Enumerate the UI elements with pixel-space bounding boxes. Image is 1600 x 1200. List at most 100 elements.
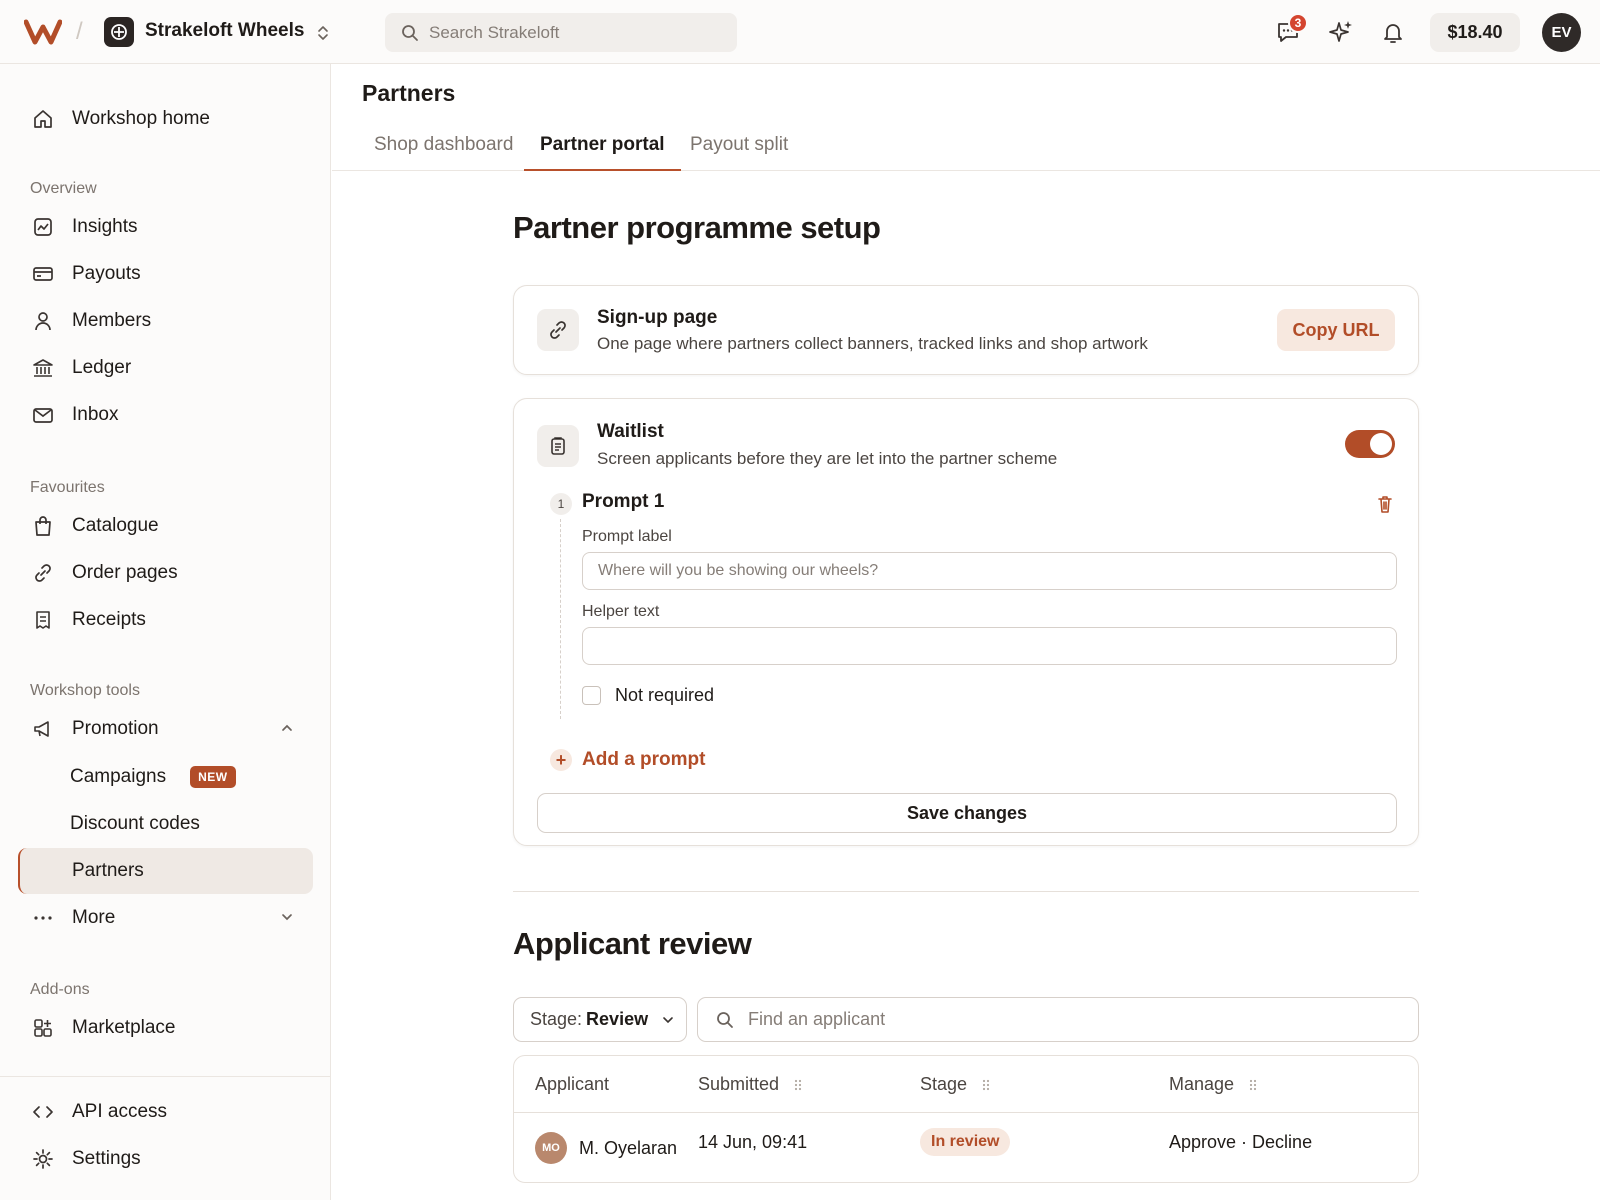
prompt-label-input[interactable]: [582, 552, 1397, 590]
applicant-name: M. Oyelaran: [579, 1137, 678, 1158]
drag-handle-icon[interactable]: [793, 1078, 803, 1092]
new-badge: NEW: [190, 766, 236, 788]
column-header-label: Stage: [920, 1074, 968, 1094]
sidebar-item-workshop-home[interactable]: Workshop home: [18, 96, 313, 142]
sidebar-item-catalogue[interactable]: Catalogue: [18, 503, 313, 549]
section-label-overview: Overview: [30, 180, 97, 197]
approve-link[interactable]: Approve: [1169, 1132, 1236, 1153]
column-header-manage[interactable]: Manage: [1169, 1074, 1258, 1095]
clipboard-icon: [537, 425, 579, 467]
column-header-submitted[interactable]: Submitted: [698, 1074, 803, 1095]
section-label-workshop-tools: Workshop tools: [30, 682, 140, 699]
avatar: MO: [535, 1132, 567, 1164]
waitlist-toggle[interactable]: [1345, 430, 1395, 458]
tab-bar: Shop dashboard Partner portal Payout spl…: [332, 130, 1600, 171]
credit-balance[interactable]: $18.40: [1430, 13, 1520, 52]
sidebar-item-payouts[interactable]: Payouts: [18, 251, 313, 297]
sidebar-item-ledger[interactable]: Ledger: [18, 345, 313, 391]
global-search-input[interactable]: [429, 22, 729, 43]
page-title: Partners: [362, 80, 456, 106]
link-icon: [537, 309, 579, 351]
shopping-bag-icon: [32, 515, 54, 537]
step-connector: [560, 519, 561, 719]
sidebar-item-inbox[interactable]: Inbox: [18, 392, 313, 438]
waitlist-card: Waitlist Screen applicants before they a…: [513, 398, 1419, 846]
workspace-switcher-icon[interactable]: [312, 22, 334, 44]
stage-filter-dropdown[interactable]: Stage: Review: [513, 997, 687, 1042]
more-dots-icon: [32, 907, 54, 929]
user-icon: [32, 310, 54, 332]
home-icon: [32, 108, 54, 130]
sidebar-item-insights[interactable]: Insights: [18, 204, 313, 250]
add-prompt-button[interactable]: + Add a prompt: [550, 749, 706, 771]
column-header-label: Manage: [1169, 1074, 1235, 1094]
sidebar: Workshop home Overview Insights Payouts …: [0, 64, 331, 1200]
column-header-applicant[interactable]: Applicant: [535, 1074, 609, 1095]
brand-logo-icon[interactable]: [24, 18, 62, 46]
table-row-applicant[interactable]: MO M. Oyelaran: [535, 1132, 677, 1164]
drag-handle-icon[interactable]: [1248, 1078, 1258, 1092]
status-badge: In review: [920, 1128, 1011, 1156]
sparkle-icon[interactable]: [1327, 18, 1355, 46]
helper-text-input[interactable]: [582, 627, 1397, 665]
section-divider: [513, 891, 1419, 892]
sidebar-item-label: Workshop home: [72, 108, 210, 129]
stage-filter-value: Review: [586, 1009, 649, 1029]
not-required-checkbox[interactable]: [582, 686, 601, 705]
column-header-stage[interactable]: Stage: [920, 1074, 991, 1095]
chevron-down-icon[interactable]: [277, 907, 297, 927]
stage-filter-key: Stage:: [530, 1009, 583, 1029]
not-required-label[interactable]: Not required: [615, 685, 714, 706]
helper-text-label: Helper text: [582, 603, 660, 620]
step-number: 1: [550, 493, 572, 515]
chevron-up-icon[interactable]: [277, 718, 297, 738]
sidebar-item-members[interactable]: Members: [18, 298, 313, 344]
save-changes-button[interactable]: Save changes: [537, 793, 1397, 833]
applicant-search[interactable]: [697, 997, 1419, 1042]
plus-icon: +: [550, 749, 572, 771]
add-prompt-label: Add a prompt: [582, 749, 706, 770]
workspace-name[interactable]: Strakeloft Wheels: [145, 20, 304, 42]
bell-icon[interactable]: [1379, 18, 1407, 46]
sidebar-divider: [0, 1076, 331, 1077]
sidebar-item-campaigns[interactable]: Campaigns NEW: [18, 754, 313, 800]
trash-icon[interactable]: [1374, 493, 1396, 515]
workspace-icon[interactable]: [104, 17, 134, 47]
chart-icon: [32, 216, 54, 238]
manage-actions: Approve · Decline: [1169, 1132, 1312, 1153]
applicant-search-input[interactable]: [748, 1009, 1388, 1030]
global-search[interactable]: [385, 13, 737, 52]
tab-shop-dashboard[interactable]: Shop dashboard: [358, 134, 529, 171]
sidebar-item-more[interactable]: More: [18, 895, 313, 941]
tab-payout-split[interactable]: Payout split: [674, 134, 804, 171]
sidebar-item-label: Promotion: [72, 718, 159, 739]
sidebar-item-label: Settings: [72, 1148, 141, 1169]
sidebar-item-label: Payouts: [72, 263, 141, 284]
drag-handle-icon[interactable]: [981, 1078, 991, 1092]
user-avatar[interactable]: EV: [1542, 13, 1581, 52]
sidebar-item-label: Order pages: [72, 562, 178, 583]
sidebar-item-label: Members: [72, 310, 152, 331]
code-icon: [32, 1101, 54, 1123]
signup-title: Sign-up page: [597, 307, 718, 328]
megaphone-icon: [32, 718, 54, 740]
sidebar-item-label: Campaigns: [70, 766, 167, 787]
mail-icon: [32, 404, 54, 426]
sidebar-item-partners[interactable]: Partners: [18, 848, 313, 894]
sidebar-item-marketplace[interactable]: Marketplace: [18, 1005, 313, 1051]
section-label-add-ons: Add-ons: [30, 981, 90, 998]
sidebar-item-receipts[interactable]: Receipts: [18, 597, 313, 643]
copy-url-button[interactable]: Copy URL: [1277, 309, 1395, 351]
sidebar-item-label: Inbox: [72, 404, 119, 425]
section-heading-setup: Partner programme setup: [513, 210, 881, 245]
stage-cell: In review: [920, 1128, 1011, 1156]
sidebar-item-api-access[interactable]: API access: [18, 1089, 313, 1135]
sidebar-item-label: Insights: [72, 216, 138, 237]
sidebar-item-discount-codes[interactable]: Discount codes: [18, 801, 313, 847]
sidebar-item-order-pages[interactable]: Order pages: [18, 550, 313, 596]
tab-partner-portal[interactable]: Partner portal: [524, 134, 681, 171]
decline-link[interactable]: Decline: [1252, 1132, 1312, 1153]
sidebar-item-promotion[interactable]: Promotion: [18, 706, 313, 752]
sidebar-item-settings[interactable]: Settings: [18, 1136, 313, 1182]
table-header-divider: [514, 1112, 1418, 1113]
